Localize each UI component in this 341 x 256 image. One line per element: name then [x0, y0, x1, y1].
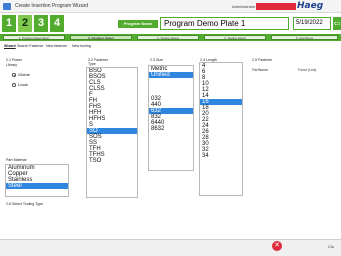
- step-4-button[interactable]: 4: [50, 15, 64, 32]
- list-item[interactable]: 8632: [149, 126, 193, 132]
- footer-bar: [0, 239, 341, 256]
- tab-fastener-select[interactable]: 2. Fastener Select: [70, 35, 132, 40]
- brand-bar: [256, 3, 296, 10]
- part-material-title: Part Material: [6, 158, 27, 162]
- subtab-wizard[interactable]: Wizard: [4, 44, 16, 48]
- part-material-list[interactable]: Aluminum Copper Stainless Steel: [5, 164, 69, 197]
- length-list[interactable]: 4 6 8 10 12 14 16 18 20 22 24 26 28 30 3…: [199, 62, 243, 196]
- radio-global[interactable]: Global: [12, 72, 30, 77]
- list-item[interactable]: 34: [200, 153, 242, 159]
- wizard-header: 1 2 3 4 Program Name Program Demo Plate …: [0, 13, 341, 34]
- program-name-field[interactable]: Program Demo Plate 1: [160, 17, 289, 30]
- radio-global-circle[interactable]: [12, 73, 16, 77]
- date-field[interactable]: 5/19/2022: [293, 17, 331, 30]
- tab-add-steps[interactable]: 5. Add Steps: [271, 35, 338, 40]
- subtab-new-fastener[interactable]: New fastener: [46, 44, 67, 48]
- power-title: 2.1 Power: [6, 58, 23, 62]
- size-list[interactable]: Metric Unified 032 440 632 832 6440 8632: [148, 65, 194, 171]
- cancel-icon[interactable]: ✕: [272, 241, 282, 251]
- radio-global-label: Global: [18, 72, 30, 77]
- tab-tooling-select-3[interactable]: 3. Tooling Select: [137, 35, 199, 40]
- arrow-right-icon[interactable]: ⇦: [333, 17, 341, 30]
- fastener-type-list[interactable]: BSO BSOS CLS CLSS F FH FHS HFH HFHS S SO…: [86, 67, 138, 198]
- admin-label[interactable]: Administrator: [232, 4, 256, 9]
- subtab-search-fastener[interactable]: Search Fastener: [17, 44, 44, 48]
- list-item[interactable]: TSO: [87, 158, 137, 164]
- column-force[interactable]: Force (Lbs): [298, 68, 316, 72]
- app-icon: [3, 3, 11, 10]
- list-item[interactable]: Steel: [6, 183, 68, 189]
- title-bar: Create Insertion Program Wizard Administ…: [0, 0, 341, 13]
- radio-local[interactable]: Local: [12, 82, 28, 87]
- step-2-button[interactable]: 2: [18, 15, 32, 32]
- step-3-button[interactable]: 3: [34, 15, 48, 32]
- close-button[interactable]: Clo: [328, 244, 334, 249]
- size-title: 2.3 Size: [150, 58, 163, 62]
- subtab-new-tooling[interactable]: New tooling: [72, 44, 91, 48]
- brand-logo: Haeg: [297, 1, 324, 11]
- column-part-name[interactable]: PartName: [252, 68, 268, 72]
- library-label: Library: [6, 63, 17, 67]
- step-1-button[interactable]: 1: [2, 15, 16, 32]
- radio-local-circle[interactable]: [12, 83, 16, 87]
- wizard-tabs: 1. Program Description 2. Fastener Selec…: [0, 34, 341, 41]
- fastener-type-label: Type: [88, 62, 96, 66]
- program-name-label: Program Name: [118, 20, 158, 28]
- tab-tooling-select-4[interactable]: 4. Tooling Select: [204, 35, 266, 40]
- fastener-table-title: 2.5 Fastener: [252, 58, 273, 62]
- tooling-title: 2.6 Select Tooling Type: [6, 202, 44, 206]
- radio-local-label: Local: [18, 82, 28, 87]
- window-title: Create Insertion Program Wizard: [15, 3, 89, 9]
- tab-program-description[interactable]: 1. Program Description: [3, 35, 65, 40]
